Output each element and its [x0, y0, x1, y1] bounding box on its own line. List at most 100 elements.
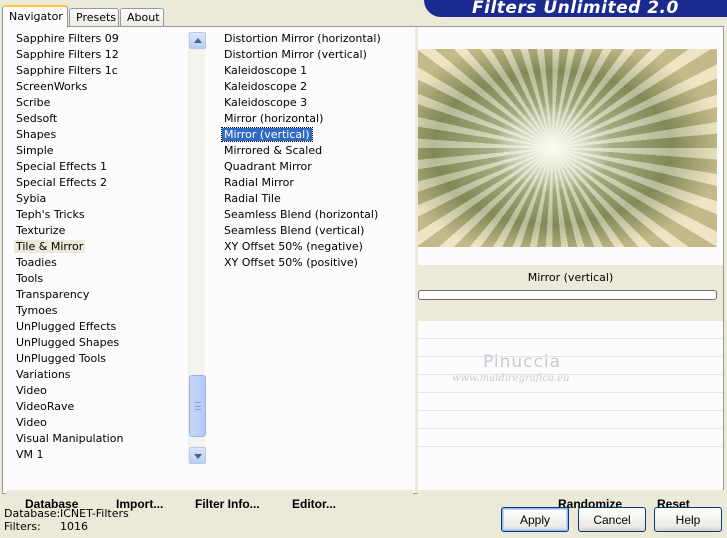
category-item[interactable]: Sedsoft	[3, 111, 188, 127]
filter-item-label: Seamless Blend (vertical)	[224, 224, 365, 237]
control-slot	[418, 338, 723, 339]
tab-presets[interactable]: Presets	[69, 8, 119, 27]
filter-item[interactable]: XY Offset 50% (negative)	[211, 239, 411, 255]
category-item[interactable]: Video	[3, 383, 188, 399]
category-item-label: Sapphire Filters 09	[16, 32, 119, 45]
filter-item-label: Distortion Mirror (horizontal)	[224, 32, 381, 45]
category-item[interactable]: Shapes	[3, 127, 188, 143]
category-item-label: Variations	[16, 368, 71, 381]
filter-item-label: Mirrored & Scaled	[224, 144, 323, 157]
filter-item-label: Distortion Mirror (vertical)	[224, 48, 367, 61]
category-item-label: Video	[16, 384, 47, 397]
tab-navigator[interactable]: Navigator	[2, 5, 68, 28]
status-filters: Filters: 1016	[4, 520, 129, 533]
filter-list[interactable]: Distortion Mirror (horizontal) Distortion…	[211, 31, 411, 465]
cancel-button[interactable]: Cancel	[578, 507, 646, 532]
app-banner: Filters Unlimited 2.0	[424, 0, 727, 17]
filter-item[interactable]: XY Offset 50% (positive)	[211, 255, 411, 271]
category-item[interactable]: Special Effects 2	[3, 175, 188, 191]
status-filters-label: Filters:	[4, 520, 41, 533]
filter-item-label: XY Offset 50% (negative)	[224, 240, 363, 253]
category-item[interactable]: Special Effects 1	[3, 159, 188, 175]
category-item-label: Special Effects 2	[16, 176, 108, 189]
category-item[interactable]: Scribe	[3, 95, 188, 111]
category-item-label: Simple	[16, 144, 54, 157]
category-item[interactable]: Tymoes	[3, 303, 188, 319]
category-item[interactable]: Sapphire Filters 12	[3, 47, 188, 63]
category-scrollbar[interactable]	[188, 32, 206, 464]
control-slot	[418, 356, 723, 357]
category-item[interactable]: Transparency	[3, 287, 188, 303]
category-item[interactable]: Sapphire Filters 1c	[3, 63, 188, 79]
control-slot	[418, 428, 723, 429]
filter-item-label: Quadrant Mirror	[224, 160, 312, 173]
filter-item-label: Mirror (vertical)	[221, 127, 313, 142]
status-info: Database:ICNET-Filters Filters: 1016	[4, 507, 129, 533]
filter-item[interactable]: Seamless Blend (vertical)	[211, 223, 411, 239]
help-button[interactable]: Help	[654, 507, 722, 532]
category-item-label: Tools	[16, 272, 44, 285]
filter-item[interactable]: Kaleidoscope 2	[211, 79, 411, 95]
apply-button[interactable]: Apply	[501, 507, 569, 532]
category-item[interactable]: Toadies	[3, 255, 188, 271]
filter-item[interactable]: Mirror (horizontal)	[211, 111, 411, 127]
filter-item[interactable]: Radial Mirror	[211, 175, 411, 191]
category-item-label: Visual Manipulation	[16, 432, 124, 445]
category-item-label: Transparency	[16, 288, 90, 301]
scroll-up-button[interactable]	[189, 32, 206, 49]
filter-item[interactable]: Distortion Mirror (vertical)	[211, 47, 411, 63]
category-item[interactable]: Variations	[3, 367, 188, 383]
category-item[interactable]: Tools	[3, 271, 188, 287]
control-slot	[418, 392, 723, 393]
scroll-down-button[interactable]	[189, 447, 206, 464]
category-item[interactable]: Tile & Mirror	[3, 239, 188, 255]
editor-button[interactable]: Editor...	[292, 497, 336, 511]
category-item-label: Sapphire Filters 1c	[16, 64, 118, 77]
filter-item[interactable]: Seamless Blend (horizontal)	[211, 207, 411, 223]
category-item[interactable]: Visual Manipulation	[3, 431, 188, 447]
status-database-value: ICNET-Filters	[60, 507, 129, 520]
category-item[interactable]: UnPlugged Shapes	[3, 335, 188, 351]
category-item[interactable]: UnPlugged Effects	[3, 319, 188, 335]
category-item[interactable]: VideoRave	[3, 399, 188, 415]
category-item-label: Sybia	[16, 192, 47, 205]
preview-image	[418, 49, 717, 247]
category-item-label: Shapes	[16, 128, 57, 141]
category-item-label: UnPlugged Shapes	[16, 336, 120, 349]
category-item[interactable]: Teph's Tricks	[3, 207, 188, 223]
filter-item[interactable]: Radial Tile	[211, 191, 411, 207]
category-item-label: Scribe	[16, 96, 51, 109]
category-item-label: VM 1	[16, 448, 44, 461]
category-item-label: Sedsoft	[16, 112, 58, 125]
category-item[interactable]: UnPlugged Tools	[3, 351, 188, 367]
filter-item[interactable]: Quadrant Mirror	[211, 159, 411, 175]
filter-item[interactable]: Kaleidoscope 3	[211, 95, 411, 111]
status-database: Database:ICNET-Filters	[4, 507, 129, 520]
scroll-thumb[interactable]	[189, 375, 206, 437]
filter-info-button[interactable]: Filter Info...	[195, 497, 260, 511]
filter-item[interactable]: Distortion Mirror (horizontal)	[211, 31, 411, 47]
category-item[interactable]: Sapphire Filters 09	[3, 31, 188, 47]
category-item-label: Tile & Mirror	[14, 240, 86, 253]
filter-item[interactable]: Mirror (vertical)	[211, 127, 411, 143]
category-item[interactable]: Simple	[3, 143, 188, 159]
category-item-label: Toadies	[16, 256, 57, 269]
category-item-label: Tymoes	[16, 304, 58, 317]
category-item[interactable]: VM 1	[3, 447, 188, 463]
filter-item-label: Mirror (horizontal)	[224, 112, 324, 125]
category-item-label: Special Effects 1	[16, 160, 108, 173]
category-item[interactable]: ScreenWorks	[3, 79, 188, 95]
category-item-label: Sapphire Filters 12	[16, 48, 119, 61]
category-item[interactable]: Texturize	[3, 223, 188, 239]
filter-item-label: Kaleidoscope 1	[224, 64, 308, 77]
status-filters-value: 1016	[60, 520, 88, 533]
category-list[interactable]: Sapphire Filters 09 Sapphire Filters 12 Sa…	[3, 31, 188, 465]
filter-item[interactable]: Mirrored & Scaled	[211, 143, 411, 159]
filter-item-label: Radial Mirror	[224, 176, 294, 189]
tab-about[interactable]: About	[120, 8, 164, 27]
category-item[interactable]: Sybia	[3, 191, 188, 207]
progress-bar	[418, 290, 717, 300]
category-item[interactable]: Video	[3, 415, 188, 431]
filter-item[interactable]: Kaleidoscope 1	[211, 63, 411, 79]
filter-item-label: Kaleidoscope 3	[224, 96, 308, 109]
